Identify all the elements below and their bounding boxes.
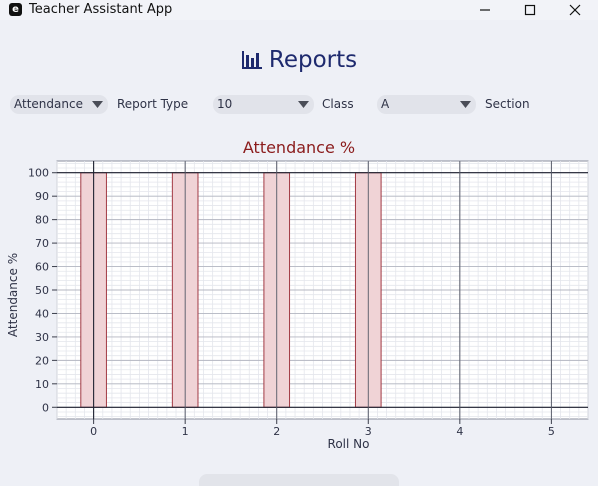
x-tick-label: 0 bbox=[90, 425, 97, 438]
title-bar: e Teacher Assistant App bbox=[0, 0, 598, 20]
bottom-scroll-handle[interactable] bbox=[199, 474, 399, 486]
report-type-value: Attendance bbox=[14, 97, 83, 111]
y-tick-label: 30 bbox=[35, 331, 49, 344]
chart-title: Attendance % bbox=[242, 138, 356, 157]
y-tick-label: 70 bbox=[35, 237, 49, 250]
maximize-button[interactable] bbox=[507, 0, 553, 20]
y-axis-label: Attendance % bbox=[6, 253, 20, 337]
attendance-chart: 01020304050607080901000 1 2 3 4 5Roll NoAtten… bbox=[6, 160, 589, 451]
minimize-button[interactable] bbox=[462, 0, 508, 20]
chevron-down-icon bbox=[92, 101, 103, 108]
minimize-icon bbox=[480, 9, 490, 11]
maximize-icon bbox=[524, 4, 536, 16]
bar-chart-icon bbox=[241, 51, 262, 69]
window-title: Teacher Assistant App bbox=[29, 2, 173, 17]
x-tick-label: 1 bbox=[182, 425, 189, 438]
y-tick-label: 20 bbox=[35, 354, 49, 367]
class-label: Class bbox=[322, 97, 354, 111]
y-tick-label: 0 bbox=[42, 401, 49, 414]
report-type-select[interactable]: Attendance bbox=[10, 95, 108, 114]
close-icon bbox=[569, 4, 581, 16]
y-tick-label: 50 bbox=[35, 284, 49, 297]
y-tick-label: 60 bbox=[35, 261, 49, 274]
x-axis-label: Roll No bbox=[328, 437, 370, 451]
app-icon: e bbox=[9, 3, 22, 16]
section-label: Section bbox=[485, 97, 530, 111]
y-tick-label: 10 bbox=[35, 378, 49, 391]
section-value: A bbox=[381, 97, 390, 111]
x-tick-label: 5 bbox=[548, 425, 555, 438]
section-select[interactable]: A bbox=[377, 95, 476, 114]
class-select[interactable]: 10 bbox=[213, 95, 314, 114]
close-button[interactable] bbox=[552, 0, 598, 20]
chevron-down-icon bbox=[298, 101, 309, 108]
y-tick-label: 90 bbox=[35, 190, 49, 203]
y-tick-label: 40 bbox=[35, 307, 49, 320]
x-tick-label: 2 bbox=[273, 425, 280, 438]
y-tick-label: 100 bbox=[28, 167, 49, 180]
page-title: Reports bbox=[268, 47, 358, 73]
chevron-down-icon bbox=[460, 101, 471, 108]
x-tick-label: 4 bbox=[456, 425, 463, 438]
report-type-label: Report Type bbox=[117, 97, 189, 111]
page-header: Reports bbox=[0, 44, 598, 76]
y-tick-label: 80 bbox=[35, 214, 49, 227]
class-value: 10 bbox=[217, 97, 233, 111]
